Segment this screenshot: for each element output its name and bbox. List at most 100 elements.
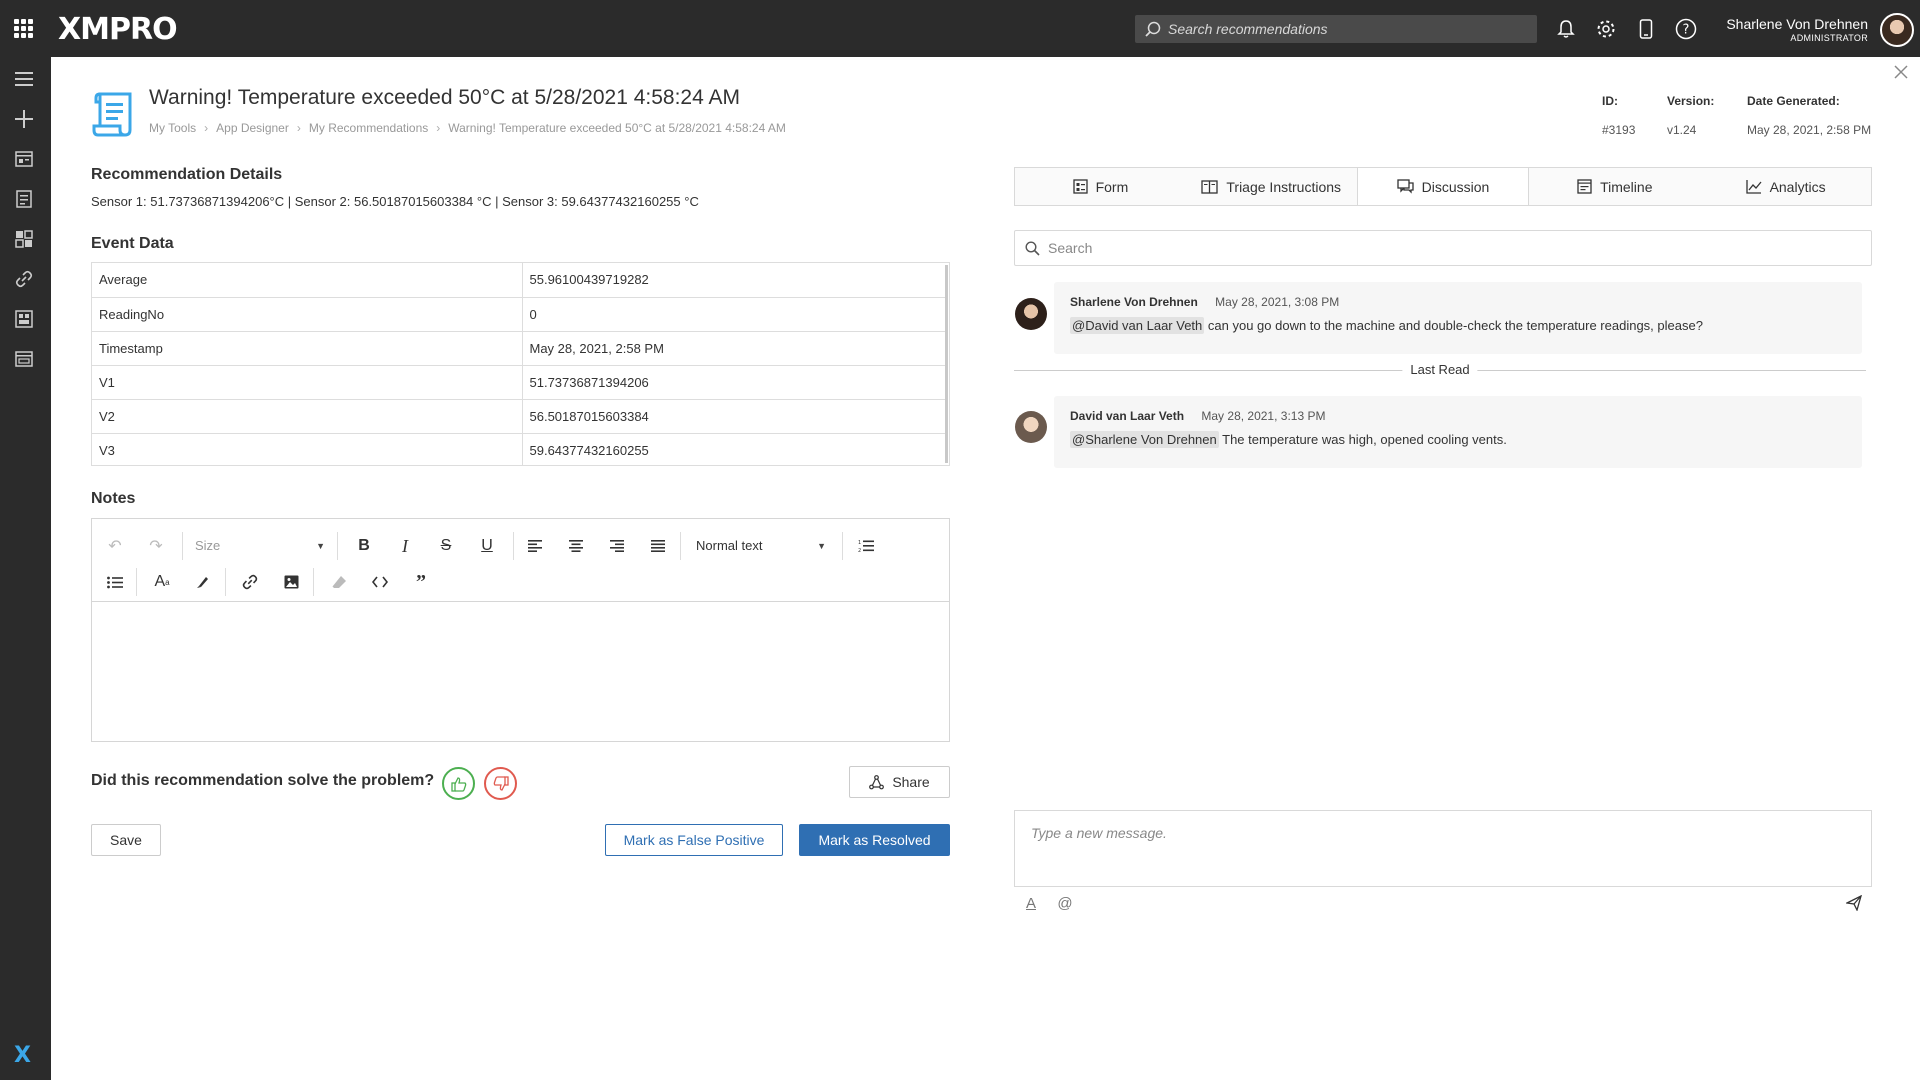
help-icon[interactable]: ? <box>1674 17 1698 41</box>
align-right-icon[interactable] <box>605 534 629 558</box>
meta-version: Version: v1.24 <box>1667 94 1714 137</box>
mark-false-positive-button[interactable]: Mark as False Positive <box>605 824 783 856</box>
redo-icon[interactable]: ↷ <box>144 534 168 558</box>
toolbar-divider <box>182 532 183 560</box>
tab-analytics[interactable]: Analytics <box>1700 168 1871 205</box>
row-value: May 28, 2021, 2:58 PM <box>522 331 946 366</box>
highlight-pen-icon[interactable] <box>191 570 215 594</box>
strikethrough-icon[interactable]: S <box>434 534 458 558</box>
tab-discussion[interactable]: Discussion <box>1356 168 1530 205</box>
mention-tag[interactable]: @Sharlene Von Drehnen <box>1070 431 1219 448</box>
discussion-search[interactable] <box>1014 230 1872 266</box>
row-key: V2 <box>92 399 523 434</box>
user-info[interactable]: Sharlene Von Drehnen ADMINISTRATOR <box>1726 16 1868 43</box>
breadcrumb-my-tools[interactable]: My Tools <box>149 121 196 135</box>
quote-icon[interactable]: ” <box>409 570 433 594</box>
share-label: Share <box>892 774 930 790</box>
tab-label: Triage Instructions <box>1226 178 1342 195</box>
details-heading: Recommendation Details <box>91 166 283 183</box>
row-value: 0 <box>522 297 946 332</box>
italic-icon[interactable]: I <box>393 534 417 558</box>
font-size-select[interactable]: Size ▼ <box>195 538 325 553</box>
underline-icon[interactable]: U <box>475 534 499 558</box>
toolbar-divider <box>842 532 843 560</box>
recommendations-icon[interactable] <box>13 188 35 210</box>
message-author[interactable]: Sharlene Von Drehnen <box>1070 295 1198 309</box>
bullet-list-icon[interactable] <box>103 570 127 594</box>
last-read-label: Last Read <box>1402 362 1478 377</box>
tab-label: Discussion <box>1421 178 1490 195</box>
svg-text:2: 2 <box>858 548 861 553</box>
table-scrollbar[interactable] <box>945 265 948 463</box>
gear-icon[interactable] <box>1594 17 1618 41</box>
align-left-icon[interactable] <box>523 534 547 558</box>
id-value: #3193 <box>1602 123 1636 137</box>
share-button[interactable]: Share <box>849 766 950 798</box>
link-icon[interactable] <box>13 268 35 290</box>
user-name: Sharlene Von Drehnen <box>1726 16 1868 32</box>
breadcrumb-app-designer[interactable]: App Designer <box>216 121 289 135</box>
add-icon[interactable] <box>13 108 35 130</box>
timeline-icon <box>1577 179 1592 194</box>
image-icon[interactable] <box>279 570 303 594</box>
new-message-input[interactable] <box>1015 811 1871 886</box>
avatar[interactable] <box>1015 411 1047 443</box>
row-key: V1 <box>92 365 523 400</box>
toolbar-divider <box>513 532 514 560</box>
recommendation-search[interactable] <box>1135 15 1537 43</box>
tab-label: Analytics <box>1769 178 1826 195</box>
close-icon[interactable] <box>1894 65 1910 81</box>
mention-tag[interactable]: @David van Laar Veth <box>1070 317 1205 334</box>
bell-icon[interactable] <box>1554 17 1578 41</box>
link-icon[interactable] <box>238 570 262 594</box>
send-icon[interactable] <box>1844 893 1864 913</box>
user-avatar[interactable] <box>1880 13 1914 47</box>
thumbs-down-icon[interactable] <box>484 767 517 800</box>
eraser-icon[interactable] <box>327 570 351 594</box>
toolbar-divider <box>225 568 226 596</box>
message-header: Sharlene Von Drehnen May 28, 2021, 3:08 … <box>1070 295 1846 309</box>
page-title: Warning! Temperature exceeded 50°C at 5/… <box>149 86 740 109</box>
share-icon <box>869 774 885 789</box>
bold-icon[interactable]: B <box>352 534 376 558</box>
tab-triage-instructions[interactable]: Triage Instructions <box>1186 168 1357 205</box>
notes-textarea[interactable] <box>92 602 949 740</box>
undo-icon[interactable]: ↶ <box>103 534 127 558</box>
breadcrumb-current: Warning! Temperature exceeded 50°C at 5/… <box>448 121 786 135</box>
toolbar-divider <box>136 568 137 596</box>
mark-resolved-button[interactable]: Mark as Resolved <box>799 824 950 856</box>
version-value: v1.24 <box>1667 123 1697 137</box>
align-justify-icon[interactable] <box>646 534 670 558</box>
feedback-question: Did this recommendation solve the proble… <box>91 772 435 789</box>
mention-icon[interactable]: @ <box>1055 893 1075 913</box>
dashboard-icon[interactable] <box>13 148 35 170</box>
xmpro-brand-icon[interactable]: X <box>14 1043 31 1068</box>
user-role: ADMINISTRATOR <box>1790 33 1868 43</box>
menu-icon[interactable] <box>13 68 35 90</box>
version-label: Version: <box>1667 94 1715 108</box>
tab-form[interactable]: Form <box>1015 168 1186 205</box>
breadcrumb-my-recommendations[interactable]: My Recommendations <box>309 121 428 135</box>
apps-grid-icon[interactable] <box>14 19 33 38</box>
block-format-select[interactable]: Normal text ▼ <box>696 538 826 553</box>
code-icon[interactable] <box>368 570 392 594</box>
discussion-search-input[interactable] <box>1048 231 1848 265</box>
ordered-list-icon[interactable]: 12 <box>854 534 878 558</box>
message-text: The temperature was high, opened cooling… <box>1218 432 1507 447</box>
calendar-icon[interactable] <box>13 348 35 370</box>
align-center-icon[interactable] <box>564 534 588 558</box>
text-format-icon[interactable]: A <box>1021 893 1041 913</box>
font-color-icon[interactable]: Aa <box>150 570 174 594</box>
app-designer-icon[interactable] <box>13 228 35 250</box>
notes-heading: Notes <box>91 490 136 507</box>
save-button[interactable]: Save <box>91 824 161 856</box>
avatar[interactable] <box>1015 298 1047 330</box>
search-input[interactable] <box>1168 15 1528 43</box>
app-logo[interactable]: XMPRO <box>58 12 178 47</box>
data-stream-icon[interactable] <box>13 308 35 330</box>
toolbar-divider <box>337 532 338 560</box>
mobile-device-icon[interactable] <box>1634 17 1658 41</box>
tab-timeline[interactable]: Timeline <box>1529 168 1700 205</box>
thumbs-up-icon[interactable] <box>442 767 475 800</box>
message-author[interactable]: David van Laar Veth <box>1070 409 1184 423</box>
